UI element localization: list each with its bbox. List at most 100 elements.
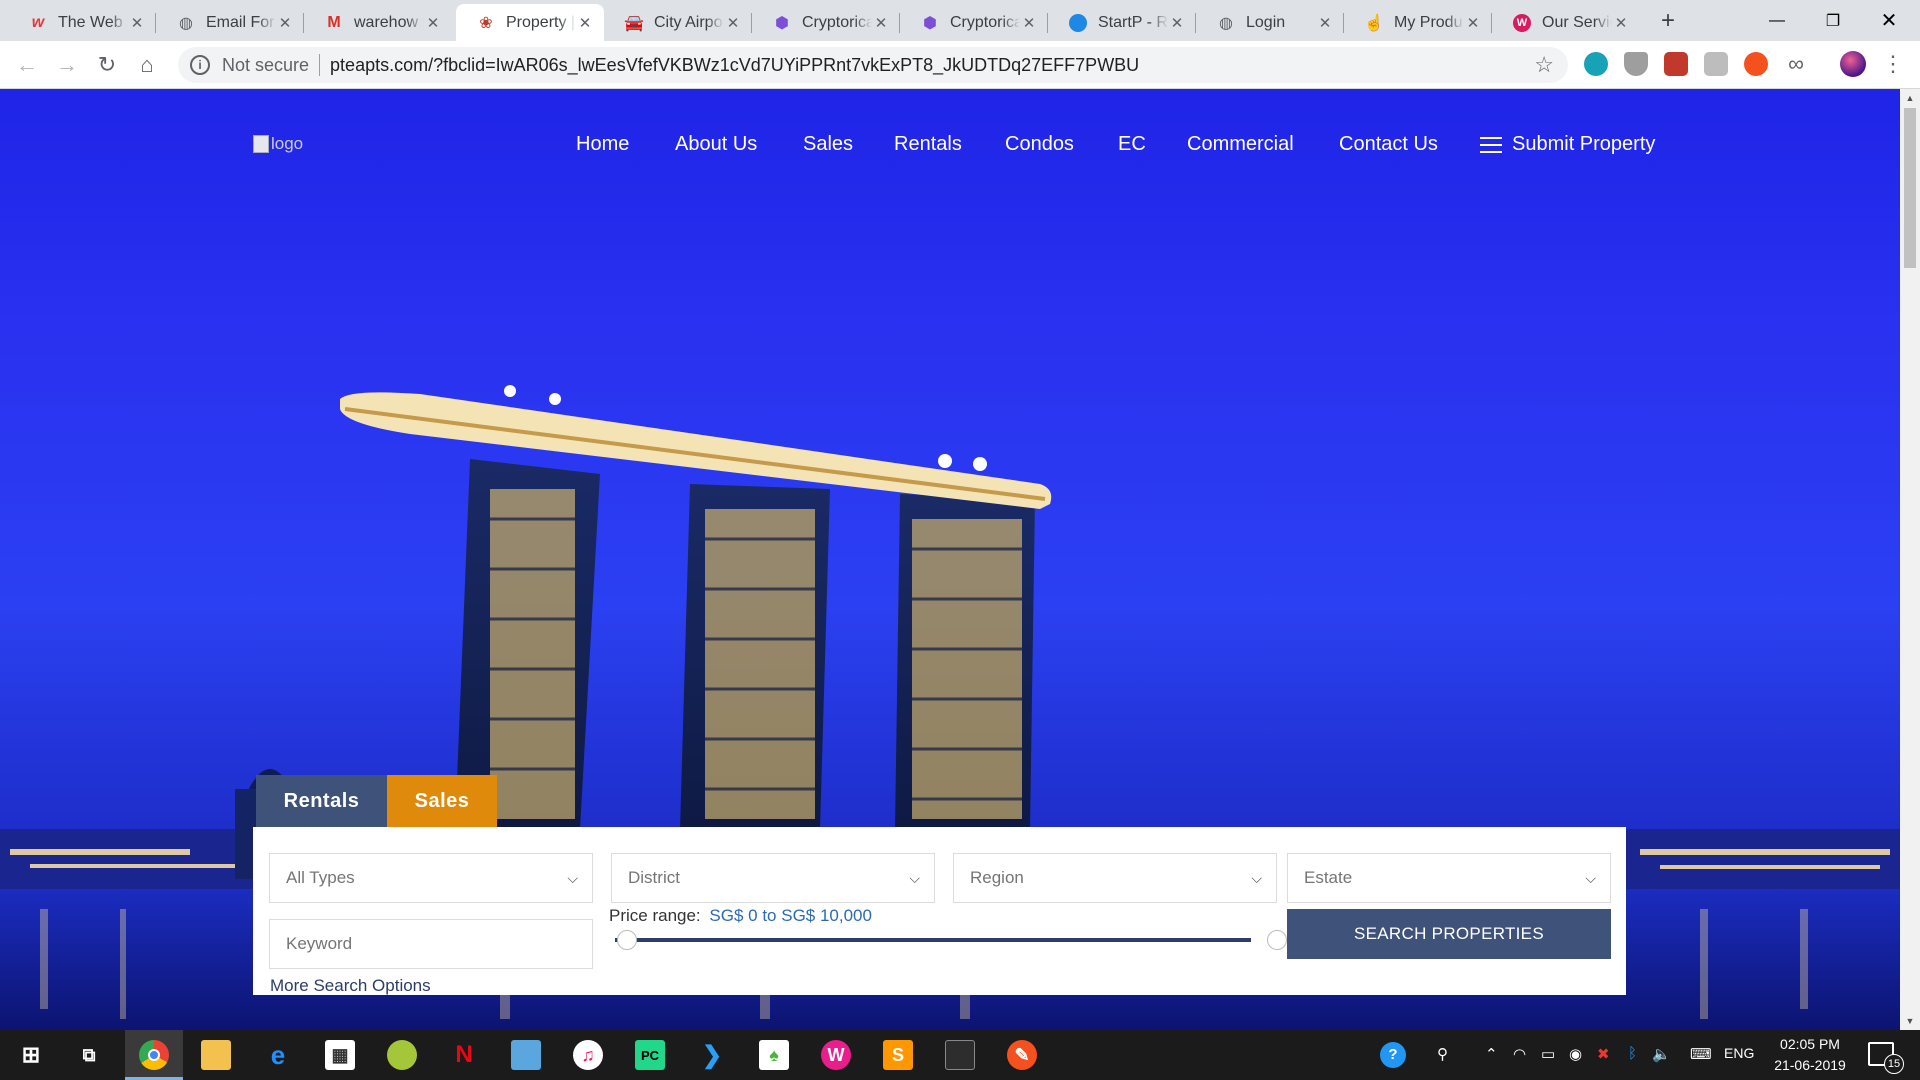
- close-icon[interactable]: ✕: [872, 14, 890, 32]
- tab-title: Property |: [506, 13, 576, 31]
- nav-home[interactable]: Home: [576, 133, 629, 156]
- people-icon[interactable]: ⚲: [1437, 1045, 1448, 1063]
- close-icon[interactable]: ✕: [1316, 14, 1334, 32]
- region-select[interactable]: Region ⌵: [953, 853, 1277, 903]
- browser-tab[interactable]: StartP - Re ✕: [1048, 4, 1196, 41]
- browser-tab[interactable]: ⬢ Cryptorica ✕: [752, 4, 900, 41]
- store-icon[interactable]: ▦: [325, 1040, 355, 1070]
- volume-icon[interactable]: 🔈: [1652, 1045, 1671, 1063]
- browser-tab[interactable]: ☝ My Produ ✕: [1344, 4, 1492, 41]
- restore-icon[interactable]: ❐: [1806, 0, 1860, 41]
- task-view-icon[interactable]: ⧉: [74, 1040, 104, 1070]
- browser-tab[interactable]: W Our Servic ✕: [1492, 4, 1640, 41]
- new-tab-plus-icon[interactable]: +: [1654, 7, 1682, 35]
- nav-about-us[interactable]: About Us: [675, 133, 757, 156]
- browser-tab[interactable]: w The Web D ✕: [8, 4, 156, 41]
- edge-icon[interactable]: e: [263, 1040, 293, 1070]
- netflix-icon[interactable]: N: [449, 1040, 479, 1070]
- file-explorer-icon[interactable]: [201, 1040, 231, 1070]
- property-search-panel: All Types ⌵ District ⌵ Region ⌵ Estate ⌵…: [253, 827, 1626, 995]
- chrome-icon[interactable]: [139, 1040, 169, 1070]
- search-properties-button[interactable]: SEARCH PROPERTIES: [1287, 909, 1611, 959]
- close-icon[interactable]: ✕: [1612, 14, 1630, 32]
- close-icon[interactable]: ✕: [576, 14, 594, 32]
- help-icon[interactable]: ?: [1380, 1042, 1406, 1068]
- nav-commercial[interactable]: Commercial: [1187, 133, 1294, 156]
- system-clock[interactable]: 02:05 PM 21-06-2019: [1765, 1034, 1855, 1076]
- bluetooth-icon[interactable]: ᛒ: [1628, 1045, 1637, 1062]
- browser-tab[interactable]: ⬢ Cryptorica ✕: [900, 4, 1048, 41]
- back-arrow-icon[interactable]: ←: [12, 50, 42, 80]
- security-tray-icon[interactable]: ✖: [1597, 1045, 1610, 1063]
- profile-avatar[interactable]: [1840, 51, 1866, 77]
- nav-condos[interactable]: Condos: [1005, 133, 1074, 156]
- url-text[interactable]: pteapts.com/?fbclid=IwAR06s_lwEesVfefVKB…: [330, 55, 1139, 76]
- submit-property-link[interactable]: Submit Property: [1480, 133, 1655, 156]
- browser-tab[interactable]: ◍ Login ✕: [1196, 4, 1344, 41]
- nav-sales[interactable]: Sales: [803, 133, 853, 156]
- bookmark-star-icon[interactable]: ☆: [1534, 52, 1554, 78]
- chrome-tray-icon[interactable]: ◉: [1569, 1045, 1582, 1063]
- nav-contact-us[interactable]: Contact Us: [1339, 133, 1438, 156]
- vscode-icon[interactable]: ❯: [697, 1040, 727, 1070]
- windows-start-icon[interactable]: ⊞: [16, 1040, 46, 1070]
- minimize-icon[interactable]: —: [1750, 0, 1804, 41]
- mongodb-icon[interactable]: ♠: [759, 1040, 789, 1070]
- browser-tab-active[interactable]: ❀ Property | ✕: [456, 4, 604, 41]
- keyword-input[interactable]: Keyword: [269, 919, 593, 969]
- close-icon[interactable]: ✕: [1464, 14, 1482, 32]
- close-icon[interactable]: ✕: [724, 14, 742, 32]
- webflow-app-icon[interactable]: W: [821, 1040, 851, 1070]
- close-icon[interactable]: ✕: [1020, 14, 1038, 32]
- pycharm-icon[interactable]: PC: [635, 1040, 665, 1070]
- input-method-icon[interactable]: ⌨: [1690, 1045, 1712, 1063]
- reload-icon[interactable]: ↻: [92, 50, 122, 80]
- info-icon[interactable]: i: [190, 55, 210, 75]
- forward-arrow-icon[interactable]: →: [52, 50, 82, 80]
- tray-chevron-up-icon[interactable]: ⌃: [1485, 1045, 1498, 1063]
- tab-title: Email Form: [206, 13, 276, 31]
- close-icon[interactable]: ✕: [424, 14, 442, 32]
- wifi-icon[interactable]: ◠: [1513, 1045, 1526, 1063]
- close-icon[interactable]: ✕: [128, 14, 146, 32]
- search-tab-rentals[interactable]: Rentals: [256, 775, 387, 827]
- browser-tab[interactable]: M warehow t ✕: [304, 4, 452, 41]
- close-icon[interactable]: ✕: [276, 14, 294, 32]
- close-icon[interactable]: ✕: [1168, 14, 1186, 32]
- region-select-value: Region: [970, 868, 1024, 887]
- price-slider-max-handle[interactable]: [1267, 930, 1287, 950]
- android-studio-icon[interactable]: [387, 1040, 417, 1070]
- language-indicator[interactable]: ENG: [1724, 1045, 1754, 1061]
- app-window-icon[interactable]: [511, 1040, 541, 1070]
- scroll-down-icon[interactable]: ▼: [1900, 1012, 1920, 1030]
- browser-tab[interactable]: 🚘 City Airpo ✕: [604, 4, 752, 41]
- window-close-icon[interactable]: ✕: [1862, 0, 1916, 41]
- search-tab-sales[interactable]: Sales: [387, 775, 497, 827]
- district-select[interactable]: District ⌵: [611, 853, 935, 903]
- extension-infinity-icon[interactable]: ∞: [1784, 53, 1808, 75]
- extension-clipboard-icon[interactable]: [1704, 52, 1728, 76]
- extension-gear-icon[interactable]: [1584, 52, 1608, 76]
- extension-pdf-icon[interactable]: [1664, 52, 1688, 76]
- scroll-up-icon[interactable]: ▲: [1900, 89, 1920, 107]
- terminal-icon[interactable]: [945, 1040, 975, 1070]
- sublime-text-icon[interactable]: S: [883, 1040, 913, 1070]
- browser-tab[interactable]: ◍ Email Form ✕: [156, 4, 304, 41]
- extension-shield-icon[interactable]: [1624, 52, 1648, 76]
- menu-kebab-icon[interactable]: ⋮: [1882, 51, 1904, 76]
- postman-icon[interactable]: ✎: [1007, 1040, 1037, 1070]
- extension-rocket-icon[interactable]: [1744, 52, 1768, 76]
- type-select[interactable]: All Types ⌵: [269, 853, 593, 903]
- nav-rentals[interactable]: Rentals: [894, 133, 962, 156]
- nav-ec[interactable]: EC: [1118, 133, 1146, 156]
- address-bar[interactable]: i Not secure pteapts.com/?fbclid=IwAR06s…: [178, 47, 1568, 83]
- price-slider-track[interactable]: [615, 938, 1251, 942]
- more-search-options-link[interactable]: More Search Options: [270, 976, 431, 996]
- estate-select[interactable]: Estate ⌵: [1287, 853, 1611, 903]
- scrollbar-thumb[interactable]: [1904, 108, 1916, 268]
- price-slider-min-handle[interactable]: [617, 930, 637, 950]
- notification-count-badge: 15: [1884, 1054, 1904, 1074]
- battery-icon[interactable]: ▭: [1541, 1045, 1555, 1063]
- itunes-icon[interactable]: ♫: [573, 1040, 603, 1070]
- home-icon[interactable]: ⌂: [132, 50, 162, 80]
